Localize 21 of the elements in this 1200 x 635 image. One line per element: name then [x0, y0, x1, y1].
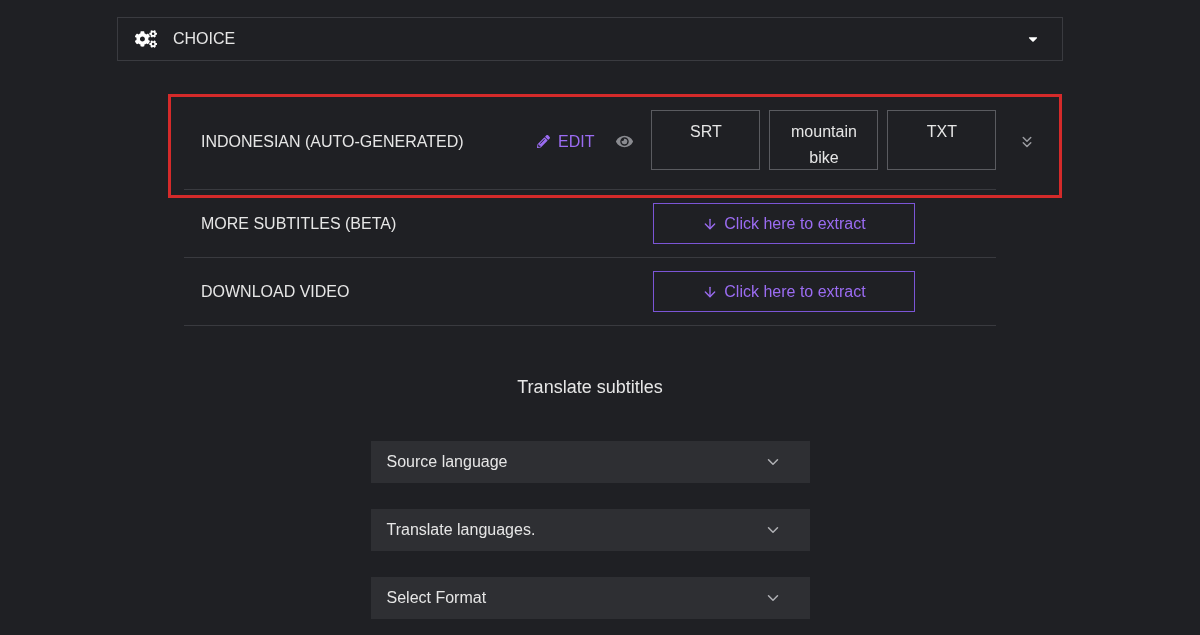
choice-bar[interactable]: CHOICE — [117, 17, 1063, 61]
select-field[interactable]: Translate languages. — [370, 509, 810, 551]
extract-button[interactable]: Click here to extract — [653, 271, 915, 312]
format-button[interactable]: TXT — [887, 110, 997, 170]
select-field[interactable]: Select Format — [370, 577, 810, 619]
row-label: MORE SUBTITLES (BETA) — [201, 213, 398, 234]
language-label: INDONESIAN (AUTO-GENERATED) — [201, 131, 465, 152]
format-button[interactable]: mountain bike — [769, 110, 879, 170]
format-button[interactable]: SRT — [651, 110, 761, 170]
section-title: Translate subtitles — [517, 376, 663, 399]
edit-link[interactable]: EDIT — [537, 129, 595, 154]
select-text: Source language — [386, 452, 508, 472]
pencil-icon — [537, 135, 550, 148]
select-field[interactable]: Source language — [370, 441, 810, 483]
gears-icon — [135, 30, 157, 48]
extract-button[interactable]: Click here to extract — [653, 203, 915, 244]
select-text: Translate languages. — [386, 520, 536, 540]
row-label: DOWNLOAD VIDEO — [201, 281, 351, 302]
eye-icon[interactable] — [616, 133, 634, 150]
choice-label: CHOICE — [173, 29, 237, 49]
select-text: Select Format — [386, 588, 487, 608]
